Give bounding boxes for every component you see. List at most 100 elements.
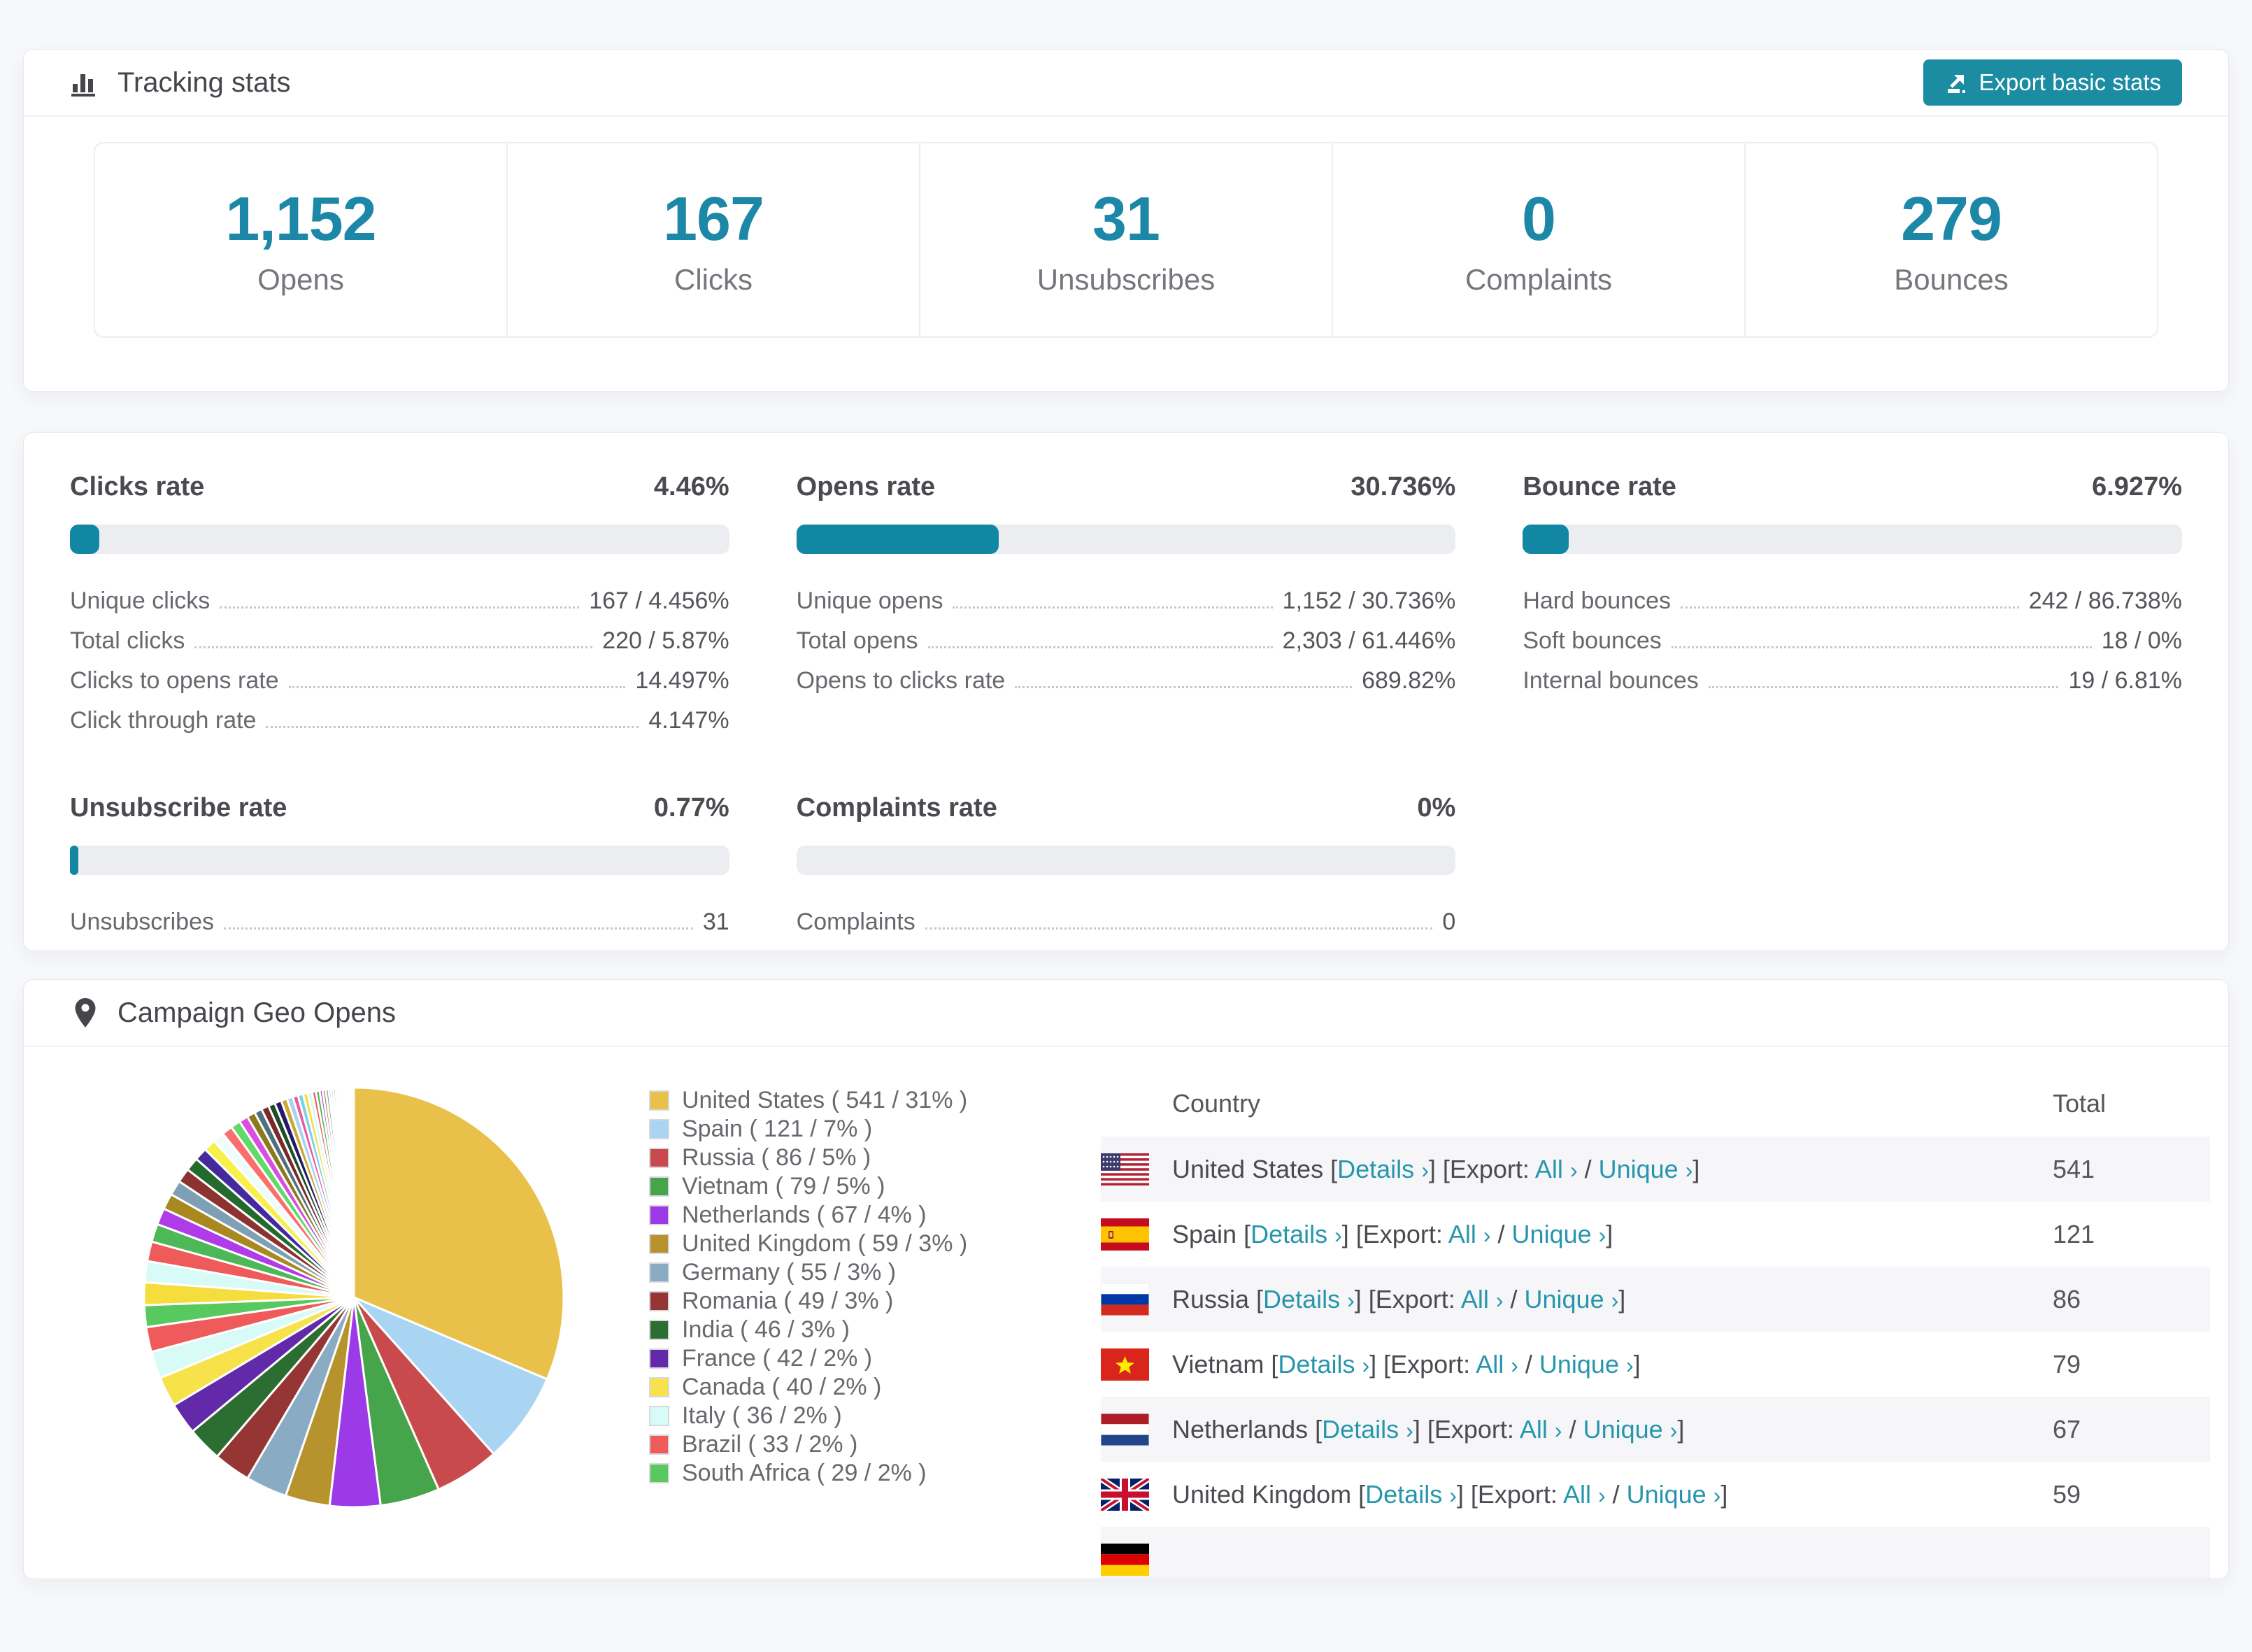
total-cell: 59 (2053, 1480, 2210, 1509)
legend-label: France ( 42 / 2% ) (682, 1345, 872, 1372)
legend-item: Netherlands ( 67 / 4% ) (649, 1201, 1041, 1230)
details-link[interactable]: Details › (1263, 1285, 1355, 1313)
rate-title: Opens rate (797, 472, 936, 502)
ru-flag-icon (1101, 1283, 1149, 1316)
tracking-stats-header: Tracking stats Export basic stats (24, 50, 2228, 117)
legend-item: South Africa ( 29 / 2% ) (649, 1459, 1041, 1488)
rate-value: 30.736% (1351, 472, 1455, 502)
country-column-header: Country (1172, 1089, 2053, 1118)
legend-label: Romania ( 49 / 3% ) (682, 1288, 893, 1315)
nl-flag-icon (1101, 1414, 1149, 1446)
legend-swatch (649, 1463, 669, 1483)
gb-flag-icon (1101, 1479, 1149, 1511)
geo-table-row-vietnam: Vietnam [Details ›] [Export: All › / Uni… (1101, 1332, 2210, 1397)
legend-item: France ( 42 / 2% ) (649, 1344, 1041, 1373)
rate-progress-bar (1523, 525, 2182, 554)
export-unique-link[interactable]: Unique › (1539, 1350, 1634, 1379)
legend-label: Brazil ( 33 / 2% ) (682, 1431, 857, 1458)
rate-progress-bar (797, 846, 1456, 875)
export-unique-link[interactable]: Unique › (1525, 1285, 1619, 1313)
legend-swatch (649, 1291, 669, 1311)
dotted-leader (928, 646, 1273, 648)
rate-row-label: Unique opens (797, 588, 943, 615)
legend-swatch (649, 1205, 669, 1225)
rate-progress-bar (70, 846, 729, 875)
export-all-link[interactable]: All › (1461, 1285, 1504, 1313)
rate-section-clicks-rate: Clicks rate4.46%Unique clicks167 / 4.456… (70, 472, 729, 734)
export-all-link[interactable]: All › (1520, 1415, 1562, 1444)
rate-row-value: 4.147% (648, 707, 729, 734)
rate-row: Soft bounces18 / 0% (1523, 615, 2182, 655)
rate-row-label: Soft bounces (1523, 627, 1661, 655)
rate-row-label: Hard bounces (1523, 588, 1671, 615)
geo-table-row-netherlands: Netherlands [Details ›] [Export: All › /… (1101, 1397, 2210, 1462)
geo-table-row-spain: Spain [Details ›] [Export: All › / Uniqu… (1101, 1202, 2210, 1267)
rate-row-value: 167 / 4.456% (589, 588, 729, 615)
rate-value: 0.77% (654, 793, 729, 823)
legend-label: Vietnam ( 79 / 5% ) (682, 1173, 885, 1200)
export-basic-stats-button[interactable]: Export basic stats (1923, 59, 2182, 106)
rate-progress-fill (70, 525, 99, 554)
geo-table-row-united-kingdom: United Kingdom [Details ›] [Export: All … (1101, 1462, 2210, 1527)
country-cell: Vietnam [Details ›] [Export: All › / Uni… (1172, 1350, 2053, 1379)
rate-progress-fill (70, 846, 78, 875)
stat-label: Opens (257, 263, 344, 297)
export-unique-link[interactable]: Unique › (1599, 1155, 1693, 1183)
legend-item: Germany ( 55 / 3% ) (649, 1258, 1041, 1287)
total-cell: 541 (2053, 1155, 2210, 1184)
legend-swatch (649, 1262, 669, 1283)
export-unique-link[interactable]: Unique › (1512, 1220, 1606, 1248)
stat-label: Unsubscribes (1037, 263, 1215, 297)
export-icon (1944, 71, 1968, 94)
legend-item: Italy ( 36 / 2% ) (649, 1402, 1041, 1430)
legend-swatch (649, 1434, 669, 1455)
country-cell: United States [Details ›] [Export: All ›… (1172, 1155, 2053, 1184)
legend-item: Spain ( 121 / 7% ) (649, 1115, 1041, 1144)
rate-title: Complaints rate (797, 793, 997, 823)
rate-row-value: 689.82% (1362, 667, 1455, 695)
total-cell: 67 (2053, 1415, 2210, 1444)
stat-label: Clicks (674, 263, 753, 297)
export-all-link[interactable]: All › (1448, 1220, 1491, 1248)
details-link[interactable]: Details › (1322, 1415, 1413, 1444)
details-link[interactable]: Details › (1365, 1480, 1457, 1509)
legend-swatch (649, 1234, 669, 1254)
legend-item: Canada ( 40 / 2% ) (649, 1373, 1041, 1402)
geo-table-header: Country Total (1101, 1071, 2210, 1137)
rate-title: Bounce rate (1523, 472, 1676, 502)
rate-row: Hard bounces242 / 86.738% (1523, 575, 2182, 615)
dotted-leader (1681, 606, 2019, 608)
summary-stats-box: 1,152Opens167Clicks31Unsubscribes0Compla… (94, 142, 2158, 338)
rate-progress-fill (797, 525, 999, 554)
dotted-leader (1672, 646, 2092, 648)
legend-swatch (649, 1148, 669, 1168)
dotted-leader (289, 686, 626, 688)
rate-row-label: Total clicks (70, 627, 185, 655)
export-unique-link[interactable]: Unique › (1583, 1415, 1678, 1444)
summary-stat-opens: 1,152 Opens (95, 143, 508, 336)
details-link[interactable]: Details › (1278, 1350, 1369, 1379)
details-link[interactable]: Details › (1337, 1155, 1429, 1183)
bar-chart-icon (70, 67, 101, 98)
export-all-link[interactable]: All › (1476, 1350, 1518, 1379)
rate-value: 6.927% (2092, 472, 2182, 502)
rate-row: Internal bounces19 / 6.81% (1523, 655, 2182, 695)
details-link[interactable]: Details › (1250, 1220, 1342, 1248)
geo-table-row-russia: Russia [Details ›] [Export: All › / Uniq… (1101, 1267, 2210, 1332)
stat-value: 1,152 (225, 183, 376, 255)
geo-header: Campaign Geo Opens (24, 980, 2228, 1047)
legend-item: India ( 46 / 3% ) (649, 1316, 1041, 1344)
rate-title: Unsubscribe rate (70, 793, 287, 823)
stat-value: 31 (1092, 183, 1160, 255)
campaign-geo-opens-card: Campaign Geo Opens United States ( 541 /… (23, 979, 2229, 1579)
geo-table-row-united-states: United States [Details ›] [Export: All ›… (1101, 1137, 2210, 1202)
rate-row-value: 31 (703, 909, 729, 936)
export-all-link[interactable]: All › (1535, 1155, 1578, 1183)
dotted-leader (953, 606, 1272, 608)
vn-flag-icon (1101, 1348, 1149, 1381)
legend-swatch (649, 1176, 669, 1197)
legend-label: Germany ( 55 / 3% ) (682, 1259, 896, 1286)
country-cell: Russia [Details ›] [Export: All › / Uniq… (1172, 1285, 2053, 1314)
export-all-link[interactable]: All › (1563, 1480, 1606, 1509)
export-unique-link[interactable]: Unique › (1627, 1480, 1721, 1509)
